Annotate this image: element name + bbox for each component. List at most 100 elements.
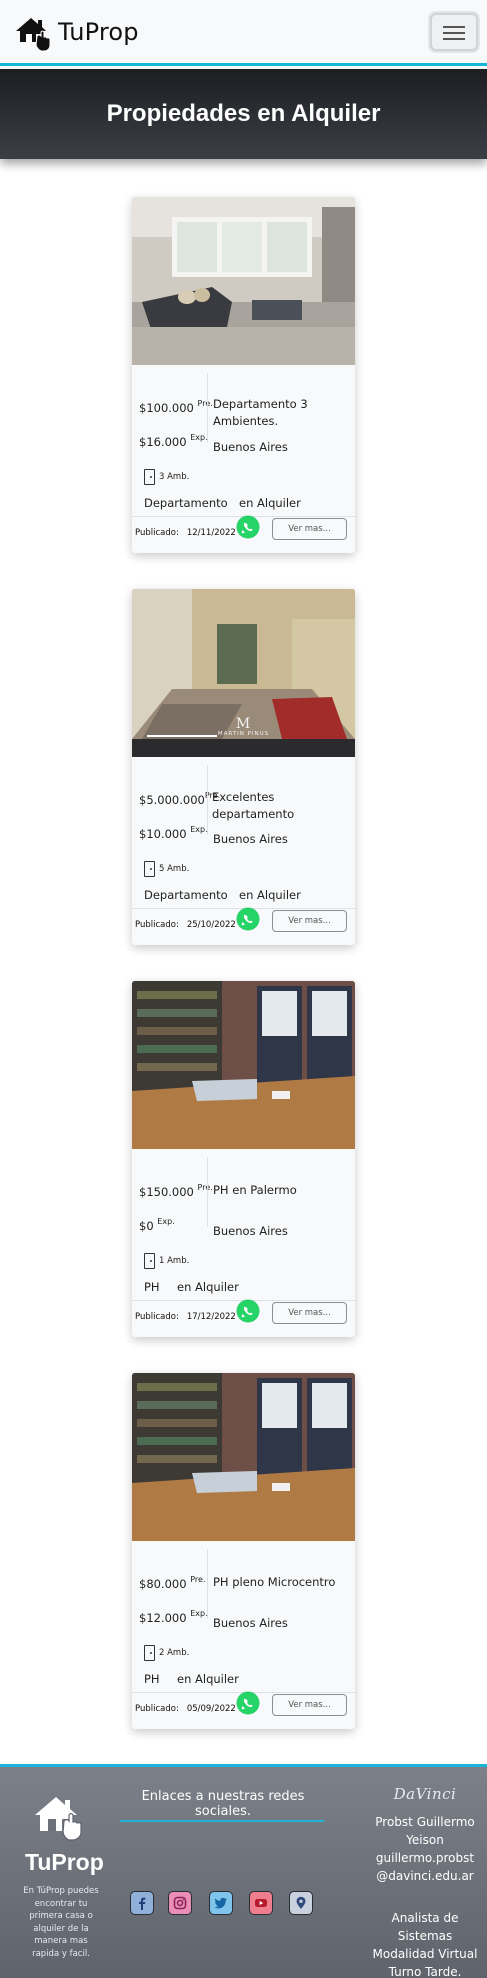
location-icon[interactable] [289,1891,313,1915]
see-more-button[interactable]: Ver mas... [272,910,347,932]
operation: en Alquiler [177,1280,239,1294]
author-info: Probst Guillermo Yeison guillermo.probst… [365,1813,485,1885]
author-name-2: Yeison [406,1833,444,1847]
watermark-text: MARTIN PINUS [217,731,270,737]
expenses: $10.000 Exp. [139,825,208,841]
property-card: $100.000 Pre. $16.000 Exp. Departamento … [132,197,355,553]
published-label: Publicado: [135,528,179,538]
brand-name: TuProp [58,18,139,46]
rooms-label: 3 Amb. [159,472,190,482]
career-modality: Modalidad Virtual [372,1947,478,1961]
hamburger-icon [443,26,465,28]
footer: TuProp En TúProp puedes encontrar tu pri… [0,1764,487,1978]
published: Publicado: 17/12/2022 [135,1312,236,1322]
published-label: Publicado: [135,1704,179,1714]
operation: en Alquiler [239,496,301,510]
social-links-title: Enlaces a nuestras redes sociales. [141,1789,305,1819]
price: $150.000 Pre. [139,1183,213,1199]
school-logo-text: DaVinci [393,1785,457,1803]
published-date: 25/10/2022 [186,920,236,930]
published: Publicado: 25/10/2022 [135,920,236,930]
operation: en Alquiler [177,1672,239,1686]
property-title: PH pleno Microcentro [213,1575,336,1589]
rooms-label: 1 Amb. [159,1256,190,1266]
property-card: $150.000 Pre. $0 Exp. PH en Palermo Buen… [132,981,355,1337]
property-photo[interactable]: M MARTIN PINUS [132,589,355,757]
price-value: $5.000.000 [139,793,205,807]
published-label: Publicado: [135,1312,179,1322]
hamburger-icon-line [443,32,465,34]
property-type: Departamento [144,888,228,902]
expenses: $0 Exp. [139,1217,175,1233]
author-email-domain: @davinci.edu.ar [376,1869,474,1883]
property-photo[interactable] [132,197,355,365]
rooms-label: 2 Amb. [159,1648,190,1658]
property-photo[interactable] [132,1373,355,1541]
youtube-icon[interactable] [249,1891,273,1915]
published: Publicado: 05/09/2022 [135,1704,236,1714]
expense-suffix: Exp. [157,1217,175,1226]
property-title: Excelentes departamento [212,790,295,821]
career-shift: Turno Tarde. [388,1965,462,1978]
property-city: Buenos Aires [213,832,288,846]
whatsapp-icon[interactable] [236,515,260,539]
rooms: 2 Amb. [144,1645,189,1661]
house-hand-icon [35,1797,82,1841]
expense-suffix: Exp. [190,1609,208,1618]
brand-link[interactable]: TuProp [14,12,139,52]
see-more-button[interactable]: Ver mas... [272,1302,347,1324]
expense-value: $0 [139,1219,154,1233]
see-more-button[interactable]: Ver mas... [272,518,347,540]
divider [207,373,208,443]
divider [207,1157,208,1227]
twitter-icon[interactable] [209,1891,233,1915]
property-city: Buenos Aires [213,1616,288,1630]
page-header: Propiedades en Alquiler [0,69,487,159]
price: $100.000 Pre. [139,399,213,415]
rooms: 5 Amb. [144,861,189,877]
operation: en Alquiler [239,888,301,902]
property-photo[interactable] [132,981,355,1149]
author-email-user: guillermo.probst [375,1851,475,1865]
price-value: $100.000 [139,401,194,415]
footer-description: En TúProp puedes encontrar tu primera ca… [23,1886,99,1959]
expense-value: $16.000 [139,435,187,449]
svg-text:M: M [236,716,250,732]
door-icon [144,1645,155,1661]
property-type: PH [144,1280,160,1294]
navbar: TuProp [0,0,487,66]
property-title: Departamento 3 Ambientes. [213,397,308,428]
property-card: M MARTIN PINUS $5.000.000Pre. $10.000 Ex… [132,589,355,945]
price-suffix: Pre. [197,1183,213,1192]
rooms: 1 Amb. [144,1253,189,1269]
whatsapp-icon[interactable] [236,1691,260,1715]
property-type: Departamento [144,496,228,510]
published-date: 17/12/2022 [186,1312,236,1322]
page-title: Propiedades en Alquiler [106,100,381,127]
hamburger-icon-line [443,38,465,40]
menu-toggle-button[interactable] [430,13,478,51]
divider [207,765,208,835]
instagram-icon[interactable] [168,1891,192,1915]
expense-value: $12.000 [139,1611,187,1625]
price: $80.000 Pre. [139,1575,205,1591]
author-name: Probst Guillermo [375,1815,475,1829]
property-city: Buenos Aires [213,1224,288,1238]
expense-value: $10.000 [139,827,187,841]
door-icon [144,469,155,485]
whatsapp-icon[interactable] [236,1299,260,1323]
facebook-icon[interactable] [130,1891,154,1915]
published-date: 12/11/2022 [186,528,236,538]
footer-divider [120,1820,324,1822]
divider [207,1549,208,1619]
price-value: $80.000 [139,1577,187,1591]
whatsapp-icon[interactable] [236,907,260,931]
expense-suffix: Exp. [190,825,208,834]
see-more-button[interactable]: Ver mas... [272,1694,347,1716]
property-type: PH [144,1672,160,1686]
house-hand-icon [16,18,51,52]
footer-brand: TuProp [25,1849,104,1875]
career-name: Analista de Sistemas [391,1911,459,1943]
expense-suffix: Exp. [190,433,208,442]
price-value: $150.000 [139,1185,194,1199]
